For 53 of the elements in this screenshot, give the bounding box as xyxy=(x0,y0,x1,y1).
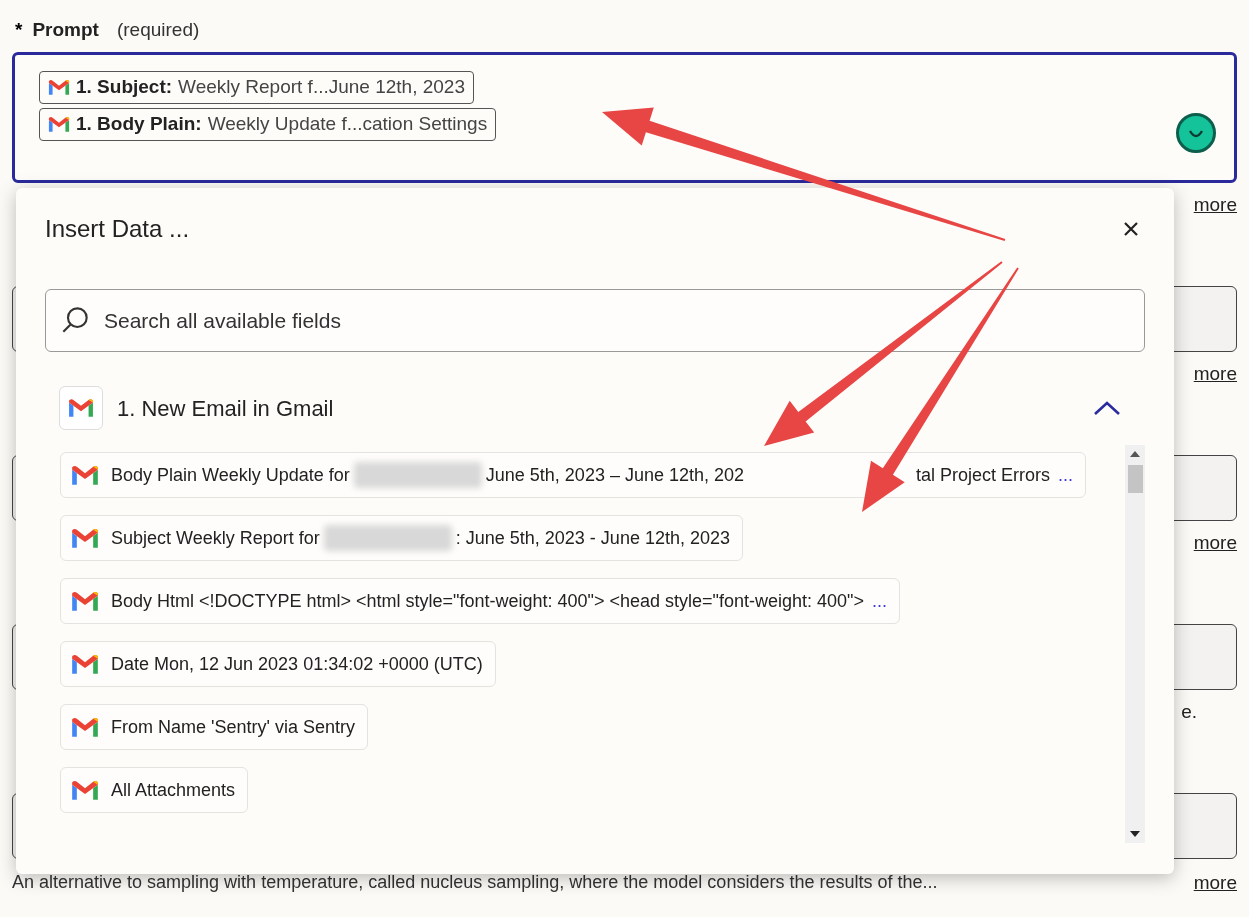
mail-icon xyxy=(68,398,94,418)
mail-icon xyxy=(48,116,70,133)
ellipsis-link[interactable]: ... xyxy=(871,587,887,615)
data-field-option[interactable]: Body Plain Weekly Update for June 5th, 2023 – June 12th, 202 tal Project Errors ... xyxy=(60,452,1087,498)
mail-icon xyxy=(71,464,99,486)
field-text: All Attachments xyxy=(111,778,236,802)
token-label: 1. Subject: xyxy=(76,75,173,100)
ellipsis-link[interactable]: ... xyxy=(1058,461,1074,489)
search-field[interactable]: Search all available fields xyxy=(45,289,1145,352)
field-text: From Name 'Sentry' via Sentry xyxy=(111,715,355,739)
token-label: 1. Body Plain: xyxy=(76,112,202,137)
group-title: 1. New Email in Gmail xyxy=(117,394,334,423)
field-text: June 5th, 2023 – June 12th, 202 xyxy=(485,463,744,487)
data-token[interactable]: 1. Body Plain: Weekly Update f...cation Settings xyxy=(39,108,497,141)
field-text: Body Html <!DOCTYPE html> <html style="font-weight: 400"> <head style="font-weight: 400"> xyxy=(111,589,864,613)
smile-icon[interactable] xyxy=(1176,113,1216,153)
field-text: tal Project Errors xyxy=(916,463,1051,487)
field-description: e. xyxy=(1181,700,1197,724)
more-link[interactable]: more xyxy=(1193,191,1237,223)
more-link[interactable]: more xyxy=(1193,869,1237,898)
mail-icon xyxy=(71,527,99,549)
more-link[interactable]: more xyxy=(1193,360,1237,392)
close-icon[interactable] xyxy=(1123,221,1139,237)
data-field-option[interactable]: Subject Weekly Report for : June 5th, 2023 - June 12th, 2023 xyxy=(60,515,743,561)
token-value: Weekly Update f...cation Settings xyxy=(207,112,488,137)
search-icon xyxy=(61,306,89,334)
field-text: Subject Weekly Report for xyxy=(111,526,320,550)
mail-icon xyxy=(71,779,99,801)
mail-icon xyxy=(71,590,99,612)
field-text: Date Mon, 12 Jun 2023 01:34:02 +0000 (UTC) xyxy=(111,652,483,676)
mail-icon xyxy=(71,653,99,675)
field-label: Prompt xyxy=(32,17,99,42)
scrollbar-thumb[interactable] xyxy=(1127,465,1143,493)
data-field-option[interactable]: Date Mon, 12 Jun 2023 01:34:02 +0000 (UTC) xyxy=(60,641,496,687)
chevron-up-icon[interactable] xyxy=(1093,400,1121,416)
data-field-option[interactable]: From Name 'Sentry' via Sentry xyxy=(60,704,368,750)
popup-title: Insert Data ... xyxy=(45,214,190,244)
field-text: : June 5th, 2023 - June 12th, 2023 xyxy=(455,526,730,550)
mail-icon xyxy=(71,716,99,738)
more-link[interactable]: more xyxy=(1193,529,1237,561)
prompt-field[interactable]: 1. Subject: Weekly Report f...June 12th, 2023 1. Body Plain: Weekly Update f...cation Settings xyxy=(12,52,1237,183)
data-field-option[interactable]: All Attachments xyxy=(60,767,249,813)
mail-icon xyxy=(48,79,70,96)
scrollbar[interactable] xyxy=(1125,445,1145,843)
data-field-option[interactable]: Body Html <!DOCTYPE html> <html style="font-weight: 400"> <head style="font-weight: 400"> ... xyxy=(60,578,900,624)
scroll-up-arrow-icon[interactable] xyxy=(1130,451,1140,457)
field-text: Body Plain Weekly Update for xyxy=(111,463,350,487)
data-token[interactable]: 1. Subject: Weekly Report f...June 12th, 2023 xyxy=(39,71,474,104)
required-hint: (required) xyxy=(116,17,200,42)
token-value: Weekly Report f...June 12th, 2023 xyxy=(178,75,465,100)
scroll-down-arrow-icon[interactable] xyxy=(1130,831,1140,837)
required-asterisk: * xyxy=(15,17,23,42)
field-description: An alternative to sampling with temperature, called nucleus sampling, where the model considers the results of the... xyxy=(12,871,938,894)
